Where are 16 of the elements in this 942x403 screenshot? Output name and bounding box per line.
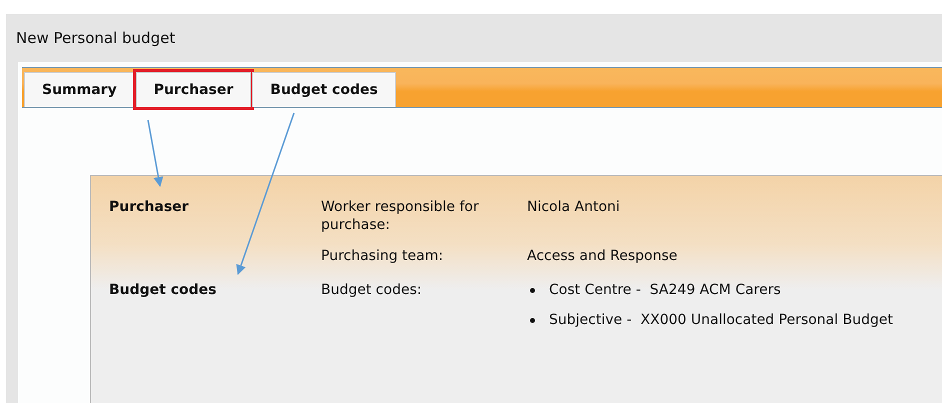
bullet-icon	[530, 288, 535, 292]
bullet-icon	[530, 318, 535, 322]
list-item: Cost Centre - SA249 ACM Carers	[549, 281, 781, 299]
section-heading: Budget codes	[109, 281, 218, 300]
field-label: Budget codes:	[321, 281, 423, 300]
list-item: Subjective - XX000 Unallocated Personal Budget	[549, 311, 893, 329]
field-value: Access and Response	[527, 247, 678, 265]
arrow	[147, 120, 164, 187]
section-heading: Purchaser	[109, 198, 190, 217]
field-label: Worker responsible for purchase:	[321, 198, 480, 234]
window-title: New Personal budget	[16, 29, 176, 47]
field-value: Nicola Antoni	[527, 198, 620, 217]
tab[interactable]: Budget codes	[252, 72, 396, 107]
tab[interactable]: Summary	[24, 72, 135, 107]
field-label: Purchasing team:	[321, 247, 444, 265]
tab[interactable]: Purchaser	[136, 72, 252, 107]
